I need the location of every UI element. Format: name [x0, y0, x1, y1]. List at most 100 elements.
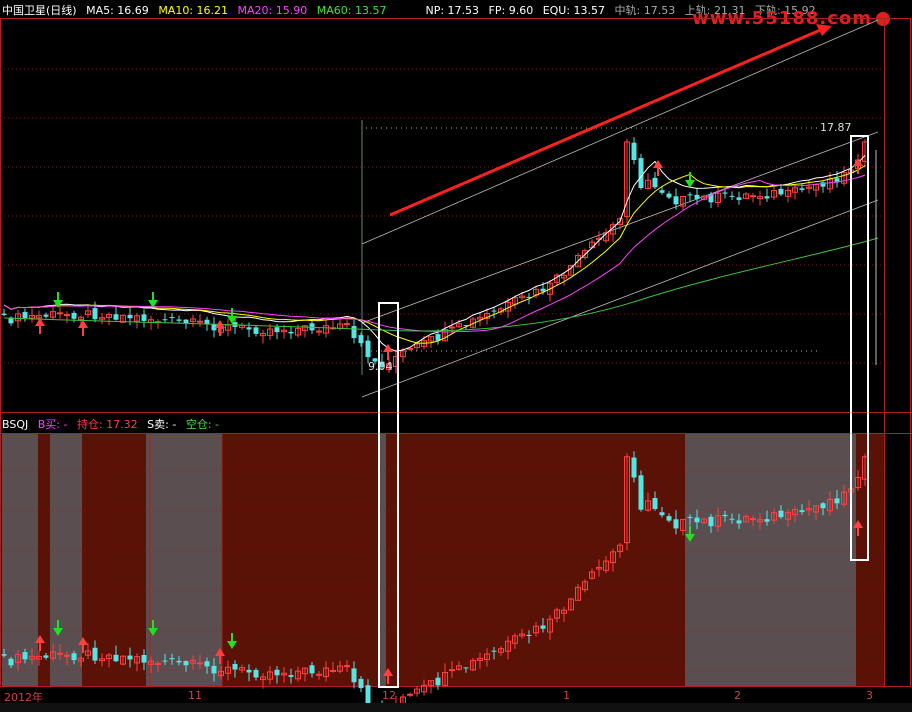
bsqj-candle: [169, 658, 175, 660]
bsqj-candle: [526, 634, 532, 636]
price-candle: [638, 158, 644, 188]
bsqj-candle: [176, 660, 182, 663]
bsqj-candle: [435, 677, 441, 686]
bsqj-candle: [71, 653, 77, 661]
price-candle: [729, 195, 735, 197]
price-candle: [127, 314, 133, 319]
bsqj-candle: [316, 673, 322, 676]
bsqj-candle: [736, 520, 742, 524]
price-candle: [22, 311, 28, 319]
state-band: [50, 434, 82, 687]
price-candle: [750, 195, 756, 198]
bsqj-candle: [764, 519, 770, 522]
bsqj-candle: [799, 510, 805, 512]
bsqj-candle: [246, 669, 252, 673]
bsqj-candle: [64, 654, 70, 657]
price-candle: [659, 190, 665, 193]
bsqj-candle: [631, 457, 637, 478]
bsqj-candle: [22, 652, 28, 660]
buy-arrow-icon: [78, 320, 88, 328]
bsqj-candle: [351, 668, 357, 683]
bsqj-candle: [722, 514, 728, 517]
bsqj-candle: [1, 654, 7, 656]
bsqj-name[interactable]: BSQJ: [2, 418, 28, 431]
buy-arrow-icon: [653, 160, 663, 168]
price-candle: [197, 320, 203, 323]
tab-strip[interactable]: [0, 703, 912, 712]
bsqj-candle: [197, 662, 203, 665]
price-candle: [57, 312, 63, 315]
bsqj-candle: [659, 512, 665, 516]
bsqj-candle: [491, 650, 497, 652]
bsqj-candle: [638, 475, 644, 510]
bsqj-candle: [820, 503, 826, 509]
price-candle: [764, 196, 770, 199]
axis-label-12: 12: [382, 689, 396, 702]
ma20-line: [3, 174, 866, 333]
price-candle: [274, 327, 280, 333]
price-candle: [722, 192, 728, 194]
bsqj-candle: [694, 517, 700, 523]
bsqj-sell: S卖: -: [147, 418, 177, 431]
price-candle: [652, 177, 658, 188]
price-candle: [92, 308, 98, 320]
price-chart[interactable]: 17.87 9.04: [0, 0, 912, 712]
price-candle: [799, 188, 805, 190]
bsqj-candle: [449, 669, 455, 672]
bsqj-candle: [162, 660, 168, 662]
price-candle: [365, 340, 371, 358]
ma60-line: [3, 237, 879, 332]
bsqj-candle: [253, 669, 259, 678]
bsqj-candle: [778, 510, 784, 518]
bsqj-candle: [540, 625, 546, 629]
bsqj-candle: [750, 518, 756, 521]
price-candle: [673, 196, 679, 205]
price-candle: [694, 194, 700, 199]
price-candle: [407, 347, 413, 350]
price-candle: [736, 197, 742, 200]
bsqj-candle: [211, 665, 217, 674]
axis-label-1: 1: [563, 689, 570, 702]
axis-label-11: 11: [188, 689, 202, 702]
price-candle: [141, 314, 147, 321]
price-candle: [687, 194, 693, 196]
bsqj-candle: [463, 667, 469, 669]
bsqj-header: BSQJ B买: - 持仓: 17.32 S卖: - 空仓: -: [2, 416, 225, 432]
price-candle: [246, 327, 252, 330]
price-candle: [631, 142, 637, 160]
bsqj-candle: [274, 669, 280, 676]
bsqj-candle: [43, 655, 49, 658]
price-candle: [71, 312, 77, 319]
axis-label-2: 2: [734, 689, 741, 702]
bsqj-candle: [113, 654, 119, 662]
state-band: [82, 434, 146, 687]
bsqj-candle: [57, 652, 63, 655]
axis-label-3: 3: [866, 689, 873, 702]
price-candle: [1, 313, 7, 315]
price-candle: [316, 330, 322, 333]
high-price-label: 17.87: [820, 121, 852, 134]
bsqj-candle: [183, 661, 189, 666]
price-candle: [344, 323, 350, 326]
low-price-label: 9.04: [368, 360, 393, 373]
state-band: [2, 434, 38, 687]
bsqj-hold: 持仓: 17.32: [76, 418, 138, 431]
price-candle: [64, 314, 70, 317]
date-axis: 2012年 11 12 1 2 3: [0, 689, 912, 704]
state-band: [685, 434, 856, 687]
bsqj-buy: B买: -: [37, 418, 68, 431]
bsqj-candle: [232, 663, 238, 670]
bsqj-candle: [92, 647, 98, 661]
bsqj-candle: [834, 498, 840, 504]
price-candle: [358, 335, 364, 344]
bsqj-candle: [673, 519, 679, 529]
bsqj-candle: [204, 661, 210, 667]
price-candle: [169, 317, 175, 319]
price-candle: [778, 188, 784, 195]
bsqj-candle: [127, 655, 133, 660]
bsqj-candle: [141, 654, 147, 663]
price-candle: [491, 310, 497, 312]
state-band: [222, 434, 378, 687]
bsqj-candle: [344, 665, 350, 668]
price-candle: [449, 326, 455, 329]
